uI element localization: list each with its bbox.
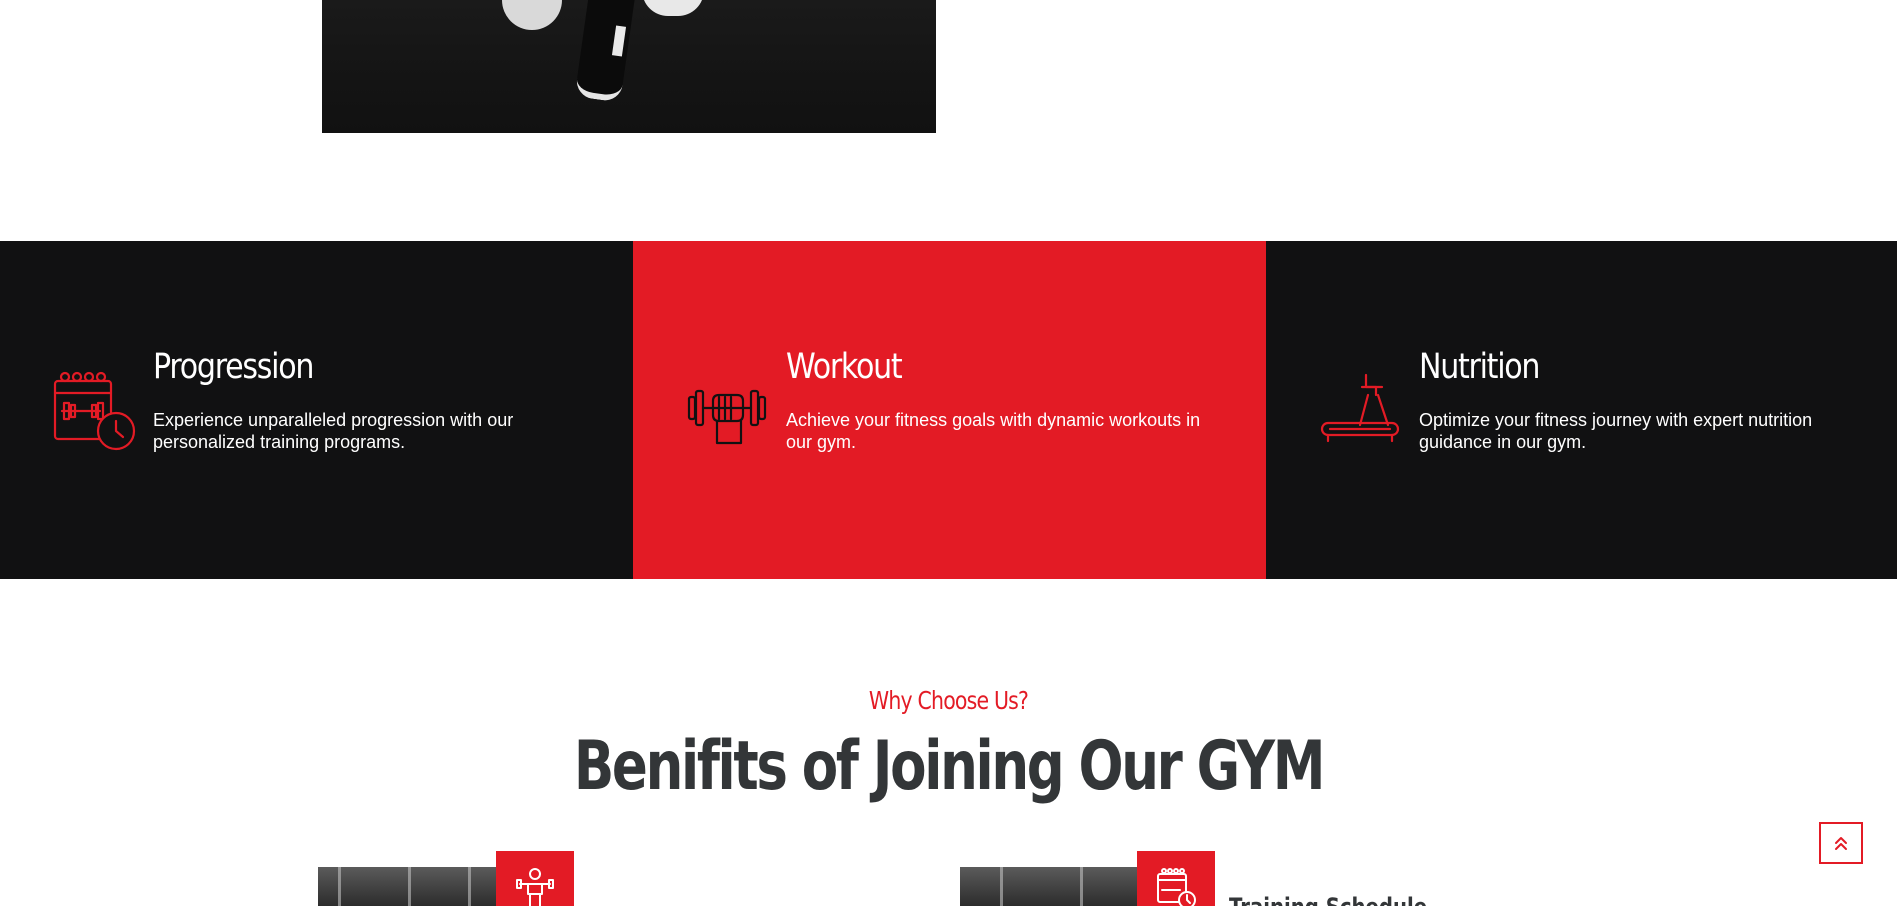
benefit-badge bbox=[496, 851, 574, 906]
feature-nutrition: Nutrition Optimize your fitness journey … bbox=[1266, 241, 1897, 579]
page: Progression Experience unparalleled prog… bbox=[0, 0, 1897, 906]
feature-description: Experience unparalleled progression with… bbox=[153, 410, 514, 452]
feature-description: Optimize your fitness journey with exper… bbox=[1419, 410, 1813, 452]
treadmill-icon bbox=[1320, 373, 1400, 443]
benefit-badge bbox=[1137, 851, 1215, 906]
benefit-photo bbox=[960, 867, 1140, 906]
calendar-clock-icon bbox=[1157, 868, 1196, 906]
sneaker-shape bbox=[574, 0, 636, 103]
feature-progression: Progression Experience unparalleled prog… bbox=[0, 241, 633, 579]
trainer-icon bbox=[516, 868, 554, 906]
feature-title: Workout bbox=[786, 347, 903, 387]
sneaker-shape bbox=[502, 0, 562, 30]
features-band: Progression Experience unparalleled prog… bbox=[0, 241, 1897, 579]
calendar-clock-icon bbox=[53, 371, 136, 451]
gym-feet-photo bbox=[322, 0, 936, 133]
benefit-photo bbox=[318, 867, 498, 906]
feature-workout: Workout Achieve your fitness goals with … bbox=[633, 241, 1266, 579]
benefit-heading: Training Schedule bbox=[1229, 893, 1427, 906]
back-to-top-button[interactable] bbox=[1819, 822, 1863, 864]
dumbbell-hand-icon bbox=[687, 389, 767, 445]
cropped-text-line bbox=[1010, 0, 1310, 2]
feature-title: Nutrition bbox=[1419, 347, 1540, 387]
section-title: Benifits of Joining Our GYM bbox=[573, 727, 1326, 806]
sneaker-shape bbox=[642, 0, 704, 16]
section-eyebrow: Why Choose Us? bbox=[868, 686, 1029, 715]
double-chevron-up-icon bbox=[1835, 837, 1847, 850]
feature-description: Achieve your fitness goals with dynamic … bbox=[786, 410, 1201, 452]
feature-title: Progression bbox=[153, 347, 314, 387]
